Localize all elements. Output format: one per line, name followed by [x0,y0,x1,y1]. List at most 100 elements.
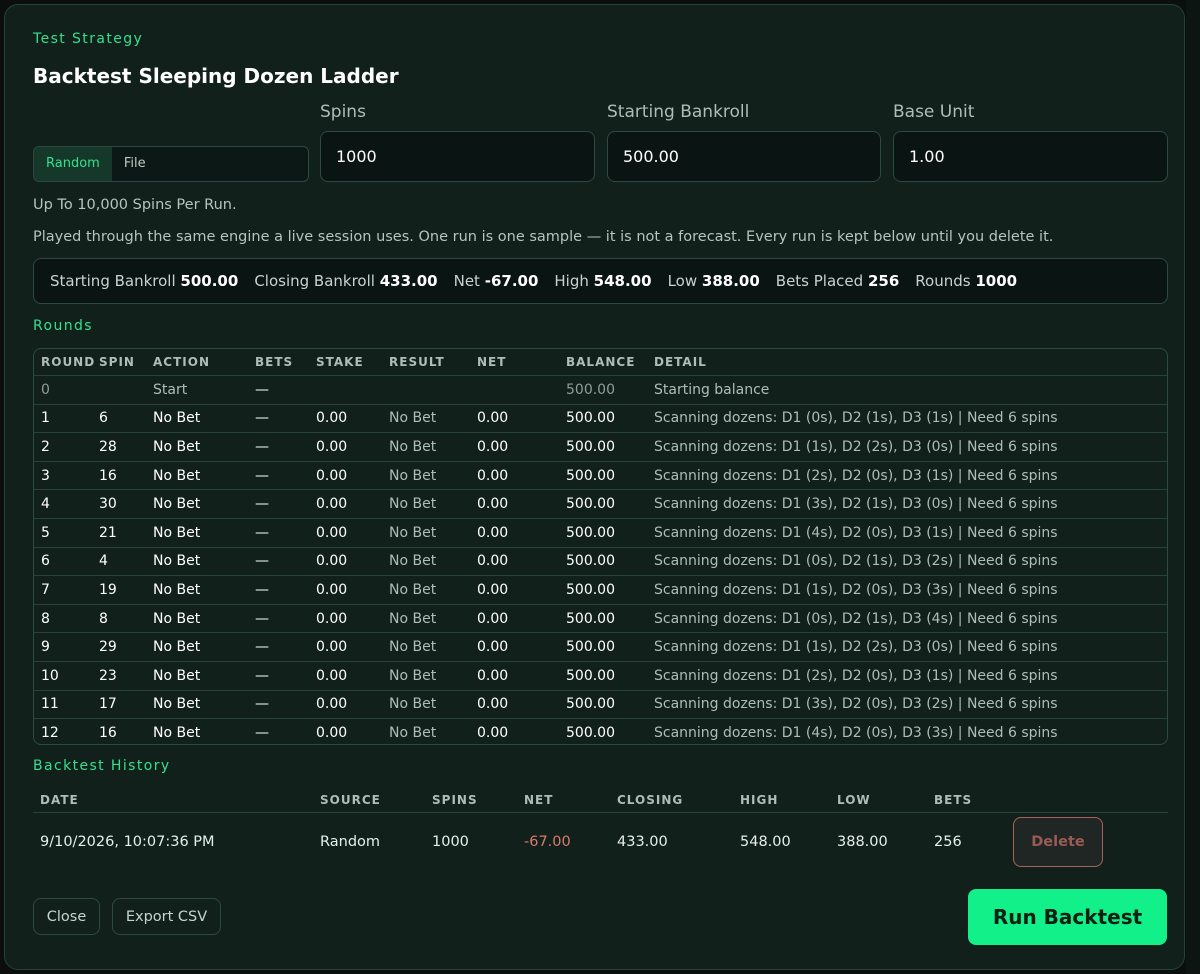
hist-col-spins: SPINS [432,793,478,807]
cell-bets: — [255,553,269,570]
cell-stake: 0.00 [316,639,348,656]
cell-spin: 23 [99,667,117,684]
summary-bets-placed: Bets Placed 256 [775,272,900,290]
cell-balance: 500.00 [566,610,615,627]
history-date: 9/10/2026, 10:07:36 PM [40,833,215,850]
cell-stake: 0.00 [316,696,348,713]
page-title: Backtest Sleeping Dozen Ladder [33,64,399,88]
cell-round: 0 [41,381,50,398]
cell-spin: 21 [99,524,117,541]
cell-action: Start [153,381,188,398]
cell-balance: 500.00 [566,496,615,513]
background-edge [1186,0,1200,974]
export-csv-button[interactable]: Export CSV [112,898,221,935]
cell-bets: — [255,381,269,398]
cell-stake: 0.00 [316,581,348,598]
cell-stake: 0.00 [316,438,348,455]
table-row: 10 23 No Bet — 0.00 No Bet 0.00 500.00 Scanning … [34,660,1167,690]
cell-spin: 16 [99,467,117,484]
cell-detail: Starting balance [654,381,770,398]
run-summary: Starting Bankroll 500.00 Closing Bankrol… [33,258,1168,304]
hist-col-date: DATE [40,793,79,807]
cell-detail: Scanning dozens: D1 (3s), D2 (1s), D3 (0… [654,496,1058,513]
cell-round: 2 [41,438,50,455]
history-row: 9/10/2026, 10:07:36 PM Random 1000 -67.0… [33,812,1168,870]
cell-balance: 500.00 [566,467,615,484]
cell-net: 0.00 [477,553,509,570]
cell-detail: Scanning dozens: D1 (0s), D2 (1s), D3 (1… [654,410,1058,427]
cell-net: 0.00 [477,467,509,484]
cell-spin: 30 [99,496,117,513]
cell-action: No Bet [153,496,201,513]
cell-balance: 500.00 [566,724,615,741]
description-text: Played through the same engine a live se… [33,229,1054,245]
base-unit-input[interactable]: 1.00 [893,131,1168,182]
table-row: 12 16 No Bet — 0.00 No Bet 0.00 500.00 Scanning … [34,718,1167,744]
table-row: 7 19 No Bet — 0.00 No Bet 0.00 500.00 Scanning d… [34,575,1167,604]
source-option-file[interactable]: File [112,147,158,181]
cell-detail: Scanning dozens: D1 (1s), D2 (0s), D3 (3… [654,581,1058,598]
cell-result: No Bet [389,496,437,513]
table-row: 1 6 No Bet — 0.00 No Bet 0.00 500.00 Scanning do… [34,403,1167,433]
history-source: Random [320,833,381,850]
table-row: 3 16 No Bet — 0.00 No Bet 0.00 500.00 Scanning d… [34,460,1167,490]
rounds-table[interactable]: ROUND SPIN ACTION BETS STAKE RESULT NET … [33,348,1168,745]
cell-detail: Scanning dozens: D1 (0s), D2 (1s), D3 (2… [654,553,1058,570]
cell-stake: 0.00 [316,467,348,484]
col-result: RESULT [389,355,445,369]
cell-detail: Scanning dozens: D1 (0s), D2 (1s), D3 (4… [654,610,1058,627]
spins-input[interactable]: 1000 [320,131,595,182]
hist-col-low: LOW [837,793,871,807]
cell-round: 1 [41,410,50,427]
cell-bets: — [255,610,269,627]
history-high: 548.00 [740,833,791,850]
cell-spin: 8 [99,610,108,627]
cell-action: No Bet [153,581,201,598]
col-spin: SPIN [99,355,135,369]
cell-bets: — [255,524,269,541]
hist-col-bets: BETS [934,793,973,807]
cell-round: 9 [41,639,50,656]
history-table-header: DATE SOURCE SPINS NET CLOSING HIGH LOW B… [33,788,1168,812]
col-detail: DETAIL [654,355,707,369]
cell-net: 0.00 [477,696,509,713]
history-heading: Backtest History [33,758,171,774]
cell-result: No Bet [389,610,437,627]
summary-starting-bankroll: Starting Bankroll 500.00 [50,272,239,290]
hist-col-source: SOURCE [320,793,381,807]
cell-bets: — [255,639,269,656]
cell-action: No Bet [153,610,201,627]
starting-bankroll-input[interactable]: 500.00 [607,131,881,182]
delete-run-button[interactable]: Delete [1013,816,1103,867]
source-option-random[interactable]: Random [34,147,112,181]
table-row: 5 21 No Bet — 0.00 No Bet 0.00 500.00 Scanning d… [34,517,1167,547]
cell-result: No Bet [389,410,437,427]
spins-label: Spins [320,102,366,122]
cell-spin: 28 [99,438,117,455]
cell-stake: 0.00 [316,496,348,513]
spin-limit-hint: Up To 10,000 Spins Per Run. [33,197,237,213]
cell-balance: 500.00 [566,524,615,541]
cell-stake: 0.00 [316,524,348,541]
backtest-modal: Test Strategy Backtest Sleeping Dozen La… [4,4,1185,970]
cell-round: 12 [41,724,59,741]
cell-net: 0.00 [477,667,509,684]
hist-col-net: NET [524,793,554,807]
close-button[interactable]: Close [33,898,100,935]
history-spins: 1000 [432,833,469,850]
cell-action: No Bet [153,410,201,427]
cell-detail: Scanning dozens: D1 (2s), D2 (0s), D3 (1… [654,667,1058,684]
cell-bets: — [255,467,269,484]
table-row: 11 17 No Bet — 0.00 No Bet 0.00 500.00 Scanning … [34,689,1167,719]
cell-action: No Bet [153,524,201,541]
cell-result: No Bet [389,724,437,741]
cell-spin: 17 [99,696,117,713]
run-backtest-button[interactable]: Run Backtest [968,889,1167,945]
col-balance: BALANCE [566,355,636,369]
cell-round: 10 [41,667,59,684]
history-table: DATE SOURCE SPINS NET CLOSING HIGH LOW B… [33,788,1168,870]
history-bets: 256 [934,833,962,850]
cell-detail: Scanning dozens: D1 (3s), D2 (0s), D3 (2… [654,696,1058,713]
section-kicker: Test Strategy [33,31,144,47]
cell-net: 0.00 [477,610,509,627]
